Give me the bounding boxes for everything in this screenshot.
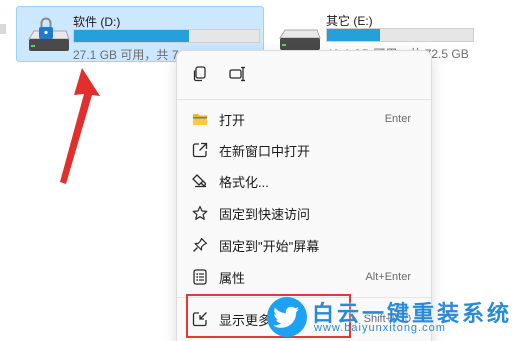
menu-item-label: 格式化... <box>219 174 269 190</box>
drive-usage-bar <box>326 28 474 42</box>
menu-item-label: 固定到快速访问 <box>219 206 311 222</box>
menu-item-open-new-window[interactable]: 在新窗口中打开 <box>185 136 423 164</box>
rename-icon <box>229 66 247 87</box>
previous-drive-edge <box>0 24 6 34</box>
menu-item-format[interactable]: 格式化... <box>185 167 423 195</box>
bird-logo-icon <box>267 297 307 337</box>
menu-item-label: 属性 <box>219 270 246 286</box>
drive-usage-fill <box>327 29 380 41</box>
copy-icon <box>192 65 208 87</box>
drive-lock-icon <box>25 15 71 55</box>
quick-actions-row <box>189 65 249 87</box>
drive-icon <box>276 14 322 54</box>
menu-item-shortcut: Alt+Enter <box>365 271 411 283</box>
menu-item-open[interactable]: 打开 Enter <box>185 105 423 133</box>
star-icon <box>191 204 209 222</box>
drive-name: 其它 (E:) <box>326 14 373 28</box>
drive-name: 软件 (D:) <box>73 15 121 29</box>
menu-item-label: 打开 <box>219 112 246 128</box>
menu-item-pin-quick-access[interactable]: 固定到快速访问 <box>185 199 423 227</box>
menu-item-pin-start[interactable]: 固定到"开始"屏幕 <box>185 231 423 259</box>
menu-item-shortcut: Enter <box>384 113 411 125</box>
menu-item-label: 在新窗口中打开 <box>219 143 311 159</box>
format-drive-icon <box>191 172 209 190</box>
folder-open-icon <box>191 110 209 128</box>
properties-icon <box>191 268 209 286</box>
open-new-window-icon <box>191 141 209 159</box>
watermark-url: www.baiyunxitong.com <box>314 322 446 334</box>
pin-icon <box>191 236 209 254</box>
menu-item-label: 固定到"开始"屏幕 <box>219 238 320 254</box>
drive-usage-bar <box>73 29 260 43</box>
menu-item-properties[interactable]: 属性 Alt+Enter <box>185 263 423 291</box>
copy-button[interactable] <box>189 65 211 87</box>
rename-button[interactable] <box>227 65 249 87</box>
menu-separator <box>177 99 431 100</box>
annotation-arrow-icon <box>60 68 100 184</box>
drive-usage-fill <box>74 30 189 42</box>
